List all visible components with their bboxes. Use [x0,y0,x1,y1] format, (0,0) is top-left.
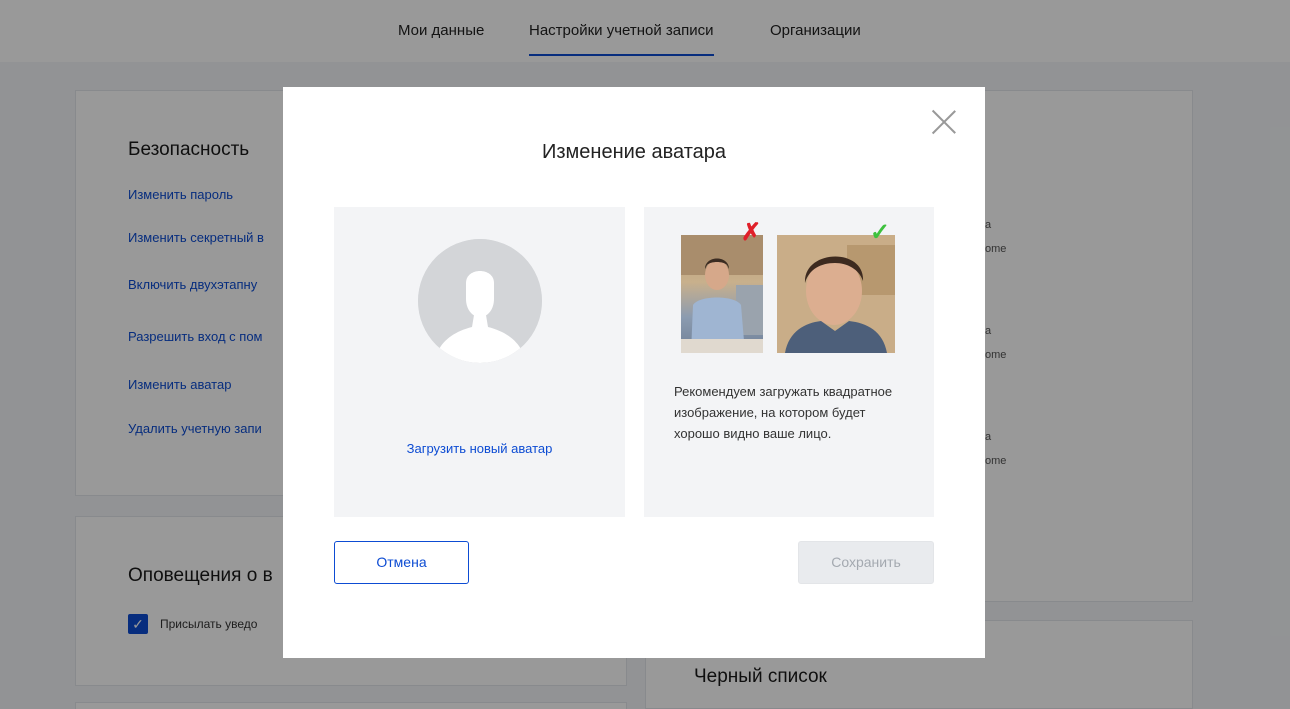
avatar-placeholder-icon [418,239,542,363]
cross-mark-icon: ✗ [741,219,762,246]
good-example-photo [777,235,895,353]
save-button[interactable]: Сохранить [798,541,934,584]
upload-avatar-link[interactable]: Загрузить новый аватар [334,441,625,456]
bad-example-photo [681,235,763,353]
tips-panel: ✗ ✓ Рекомендуем загружать квадратное изо… [644,207,934,517]
close-icon[interactable] [931,109,957,135]
check-mark-icon: ✓ [870,219,891,246]
change-avatar-modal: Изменение аватара Загрузить новый аватар [283,87,985,658]
upload-panel: Загрузить новый аватар [334,207,625,517]
recommendation-text: Рекомендуем загружать квадратное изображ… [674,384,893,441]
modal-title: Изменение аватара [542,141,726,163]
cancel-button[interactable]: Отмена [334,541,469,584]
